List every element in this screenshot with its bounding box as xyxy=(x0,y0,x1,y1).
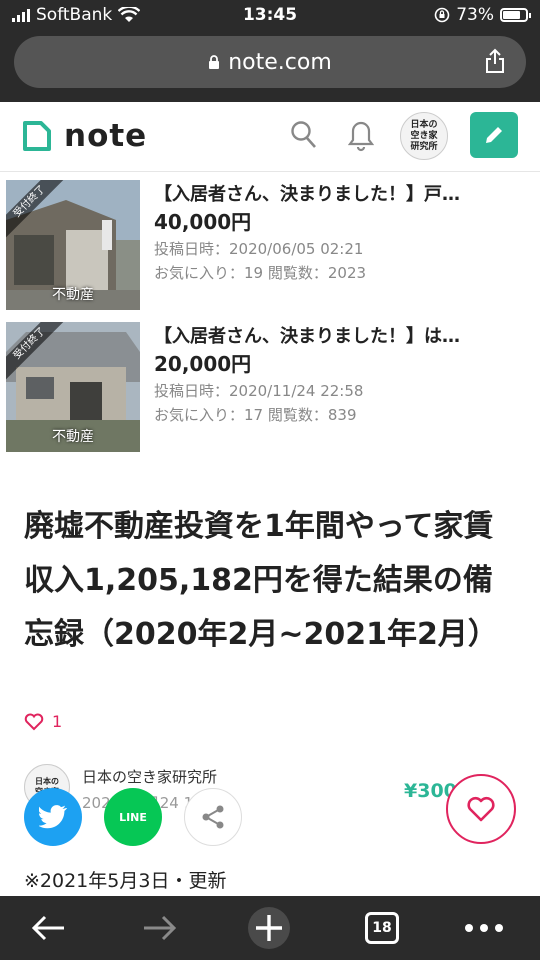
search-icon[interactable] xyxy=(290,120,318,150)
update-note: ※2021年5月3日・更新 xyxy=(24,870,227,892)
listing-price: 20,000円 xyxy=(154,352,252,376)
back-button[interactable] xyxy=(26,906,70,950)
like-count-value: 1 xyxy=(52,712,63,731)
twitter-share-button[interactable] xyxy=(24,788,82,846)
share-button[interactable] xyxy=(184,788,242,846)
note-wordmark: note xyxy=(64,118,148,154)
tab-count: 18 xyxy=(365,912,399,944)
notification-bell-icon[interactable] xyxy=(348,120,374,152)
like-count[interactable]: 1 xyxy=(24,712,62,731)
battery-icon xyxy=(500,8,531,22)
forward-arrow-icon xyxy=(144,915,177,941)
orientation-lock-icon xyxy=(434,7,450,23)
listing-stats: お気に入り：19 閲覧数：2023 xyxy=(154,264,367,282)
line-share-button[interactable]: LINE xyxy=(104,788,162,846)
thumbnail-caption: 不動産 xyxy=(52,287,94,303)
listing-title: 【入居者さん、決まりました！】戸… xyxy=(154,184,460,205)
browser-toolbar: 18 xyxy=(0,896,540,960)
heart-icon xyxy=(467,796,495,821)
listing-stats: お気に入り：17 閲覧数：839 xyxy=(154,406,357,424)
forward-button[interactable] xyxy=(138,906,182,950)
back-arrow-icon xyxy=(31,915,64,941)
browser-address-area: note.com xyxy=(0,30,540,102)
note-logo[interactable]: note xyxy=(22,118,147,154)
author-name[interactable]: 日本の空き家研究所 xyxy=(82,766,217,787)
share-nodes-icon xyxy=(202,805,224,829)
listing-thumbnail: 受付終了 不動産 xyxy=(6,180,140,310)
listing-posted: 投稿日時：2020/11/24 22:58 xyxy=(154,382,364,400)
listing-card[interactable]: 受付終了 不動産 【入居者さん、決まりました！】は… 20,000円 投稿日時：… xyxy=(0,316,540,456)
more-menu-button[interactable] xyxy=(462,906,506,950)
listing-price: 40,000円 xyxy=(154,210,252,234)
heart-outline-icon xyxy=(24,713,44,730)
author-avatar-line-1: 日本の xyxy=(35,777,59,786)
tabs-button[interactable]: 18 xyxy=(364,906,400,950)
user-avatar[interactable]: 日本の 空き家 研究所 xyxy=(400,112,448,160)
like-button[interactable] xyxy=(446,774,516,844)
twitter-bird-icon xyxy=(39,805,67,829)
battery-percent: 73% xyxy=(456,5,494,25)
listing-posted: 投稿日時：2020/06/05 02:21 xyxy=(154,240,364,258)
lock-icon xyxy=(209,54,220,69)
share-icon[interactable] xyxy=(484,48,506,74)
note-logo-icon xyxy=(23,121,51,151)
avatar-line-3: 研究所 xyxy=(410,141,438,152)
article-title: 廃墟不動産投資を1年間やって家賃収入1,205,182円を得た結果の備忘録（20… xyxy=(24,509,498,652)
listing-thumbnail: 受付終了 不動産 xyxy=(6,322,140,452)
address-bar[interactable]: note.com xyxy=(14,36,526,88)
new-tab-button[interactable] xyxy=(244,906,294,950)
pencil-icon xyxy=(486,127,502,143)
listing-title: 【入居者さん、決まりました！】は… xyxy=(154,326,460,347)
avatar-line-1: 日本の xyxy=(410,119,438,130)
status-bar: SoftBank 13:45 73% xyxy=(0,0,540,30)
avatar-line-2: 空き家 xyxy=(410,130,438,141)
site-header: note xyxy=(0,102,540,172)
status-right: 73% xyxy=(434,5,531,25)
line-label: LINE xyxy=(119,810,147,824)
more-dots-icon xyxy=(465,924,503,932)
url-text: note.com xyxy=(228,49,332,75)
plus-icon xyxy=(248,907,290,949)
post-button[interactable] xyxy=(470,112,518,158)
thumbnail-caption: 不動産 xyxy=(52,429,94,445)
listing-card[interactable]: 受付終了 不動産 【入居者さん、決まりました！】戸… 40,000円 投稿日時：… xyxy=(0,174,540,314)
